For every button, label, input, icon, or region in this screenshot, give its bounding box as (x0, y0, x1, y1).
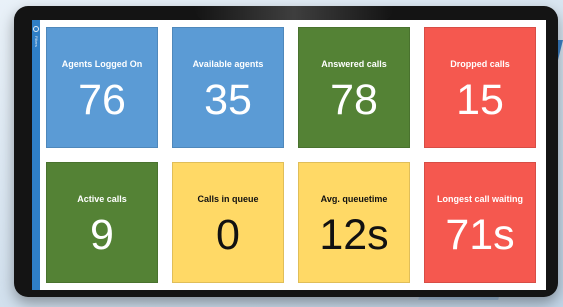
kpi-tile-avg-queuetime[interactable]: Avg. queuetime 12s (298, 162, 410, 283)
filters-pane-label: Filters (34, 36, 39, 47)
kpi-label: Dropped calls (450, 59, 510, 69)
kpi-label: Calls in queue (197, 194, 259, 204)
kpi-tile-available-agents[interactable]: Available agents 35 (172, 27, 284, 148)
info-icon (33, 26, 39, 32)
kpi-value: 0 (216, 211, 240, 259)
kpi-tile-calls-in-queue[interactable]: Calls in queue 0 (172, 162, 284, 283)
kpi-label: Available agents (192, 59, 264, 69)
kpi-tile-dropped-calls[interactable]: Dropped calls 15 (424, 27, 536, 148)
kpi-tile-longest-call-waiting[interactable]: Longest call waiting 71s (424, 162, 536, 283)
kpi-value: 12s (319, 211, 389, 259)
kpi-value: 76 (78, 76, 126, 124)
kpi-value: 71s (445, 211, 515, 259)
kpi-value: 15 (456, 76, 504, 124)
kpi-label: Active calls (77, 194, 127, 204)
kpi-label: Answered calls (321, 59, 387, 69)
kpi-tile-agents-logged-on[interactable]: Agents Logged On 76 (46, 27, 158, 148)
kpi-label: Longest call waiting (436, 194, 523, 204)
kpi-value: 78 (330, 76, 378, 124)
kpi-label: Avg. queuetime (320, 194, 388, 204)
kpi-tile-answered-calls[interactable]: Answered calls 78 (298, 27, 410, 148)
kpi-tile-active-calls[interactable]: Active calls 9 (46, 162, 158, 283)
kpi-label: Agents Logged On (61, 59, 143, 69)
kpi-value: 35 (204, 76, 252, 124)
filters-pane-toggle[interactable]: Filters (32, 20, 40, 290)
kpi-value: 9 (90, 211, 114, 259)
dashboard-screen: Filters Agents Logged On 76 Available ag… (32, 20, 546, 290)
